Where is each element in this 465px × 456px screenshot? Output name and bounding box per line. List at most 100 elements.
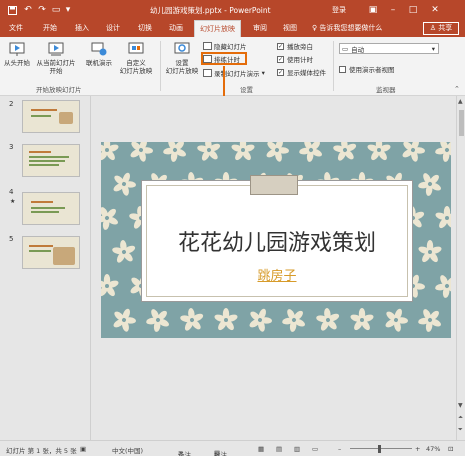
scrollbar-thumb[interactable] [459, 110, 464, 136]
tab-transitions[interactable]: 切换 [133, 20, 157, 37]
hide-slide-button[interactable]: 隐藏幻灯片 [203, 41, 247, 51]
tab-slide-show[interactable]: 幻灯片放映 [194, 20, 241, 37]
present-online-icon [91, 42, 107, 56]
animation-marker-icon: ★ [10, 198, 16, 205]
slide-thumbnail[interactable] [22, 144, 80, 177]
fit-to-window-icon[interactable]: ⊡ [448, 445, 453, 453]
play-narrations-checkbox[interactable]: ✓ 播放旁白 [277, 41, 313, 51]
custom-slide-show-button[interactable]: 自定义 幻灯片放映 [116, 41, 156, 75]
resolution-select[interactable]: ▭ 自动 ▾ [339, 43, 439, 54]
set-up-slide-show-button[interactable]: 设置 幻灯片放映 [163, 41, 201, 75]
group-separator [333, 41, 334, 91]
monitor-icon: ▭ [342, 44, 349, 53]
thumb-text-line [29, 164, 59, 166]
scroll-down-icon[interactable]: ▼ [458, 402, 463, 409]
tab-animations[interactable]: 动画 [164, 20, 188, 37]
vertical-scrollbar[interactable]: ▲ ▼ ⏶ ⏷ [456, 96, 465, 440]
checkbox-unchecked-icon [339, 65, 346, 73]
share-button[interactable]: ♙ 共享 [423, 22, 459, 35]
thumb-text-line [29, 156, 69, 158]
ribbon-tabs: 文件 开始 插入 设计 切换 动画 幻灯片放映 审阅 视图 ♀ 告诉我您想要做什… [0, 20, 465, 37]
show-media-controls-checkbox[interactable]: ✓ 显示媒体控件 [277, 67, 326, 77]
from-current-slide-button[interactable]: 从当前幻灯片 开始 [33, 41, 79, 75]
group-label-setup: 设置 [240, 86, 253, 94]
slide-counter: 幻灯片 第 1 张，共 5 张 [6, 447, 77, 455]
present-online-button[interactable]: 联机演示 [82, 41, 116, 67]
reading-view-icon[interactable]: ▥ [294, 445, 300, 453]
slide-sorter-icon[interactable]: ▤ [276, 445, 282, 453]
zoom-slider-handle[interactable] [378, 445, 381, 453]
scroll-up-icon[interactable]: ▲ [458, 98, 463, 105]
slideshow-start-icon [9, 42, 25, 56]
thumb-text-line [31, 201, 53, 203]
title-bar: ↶ ↷ ▭ ▾ 幼儿园游戏策划.pptx - PowerPoint 登录 ▣ –… [0, 0, 465, 20]
normal-view-icon[interactable]: ▦ [258, 445, 264, 453]
group-label-start-slideshow: 开始放映幻灯片 [36, 86, 82, 94]
slideshow-from-start-icon[interactable]: ▭ [50, 4, 62, 16]
slide-subtitle[interactable]: 跳房子 [142, 265, 412, 284]
zoom-out-icon[interactable]: – [338, 445, 341, 453]
next-slide-icon[interactable]: ⏷ [458, 426, 463, 434]
slideshow-current-icon [48, 42, 64, 56]
ribbon: 从头开始 从当前幻灯片 开始 联机演示 自定义 幻灯片放映 开始放映幻灯片 设置… [0, 37, 465, 96]
tape-decoration [250, 175, 298, 195]
collapse-ribbon-icon[interactable]: ⌃ [454, 85, 460, 93]
zoom-in-icon[interactable]: + [415, 445, 420, 453]
sign-in-link[interactable]: 登录 [332, 5, 346, 15]
checkbox-checked-icon: ✓ [277, 68, 284, 76]
thumbnail-number: 3 [9, 143, 14, 151]
thumb-text-line [29, 160, 65, 162]
slide-editing-area[interactable]: 花花幼儿园游戏策划 跳房子 [91, 96, 465, 440]
chevron-down-icon: ▾ [259, 69, 265, 77]
current-slide[interactable]: 花花幼儿园游戏策划 跳房子 [101, 142, 451, 338]
tab-review[interactable]: 审阅 [248, 20, 272, 37]
customize-qat-icon[interactable]: ▾ [62, 4, 74, 16]
use-timings-checkbox[interactable]: ✓ 使用计时 [277, 54, 313, 64]
presenter-view-checkbox[interactable]: 使用演示者视图 [339, 64, 395, 74]
thumb-image [59, 112, 73, 124]
slideshow-view-icon[interactable]: ▭ [312, 445, 318, 453]
checkbox-checked-icon: ✓ [277, 55, 284, 63]
tab-view[interactable]: 视图 [278, 20, 302, 37]
checkbox-checked-icon: ✓ [277, 42, 284, 50]
slide-thumbnail-pane[interactable]: 2 3 4 ★ 5 [0, 96, 91, 440]
rehearse-highlight-box [201, 52, 247, 65]
save-icon[interactable] [6, 4, 18, 16]
tab-insert[interactable]: 插入 [70, 20, 94, 37]
thumbnail-number: 5 [9, 235, 14, 243]
group-label-monitors: 监视器 [376, 86, 396, 94]
group-separator [160, 41, 161, 91]
tab-home[interactable]: 开始 [38, 20, 62, 37]
thumbnail-number: 4 [9, 188, 14, 196]
redo-icon[interactable]: ↷ [36, 4, 48, 16]
language-indicator[interactable]: 中文(中国) [112, 445, 143, 455]
ribbon-display-options-icon[interactable]: ▣ [364, 2, 382, 18]
thumb-text-line [31, 109, 57, 111]
zoom-slider[interactable] [350, 448, 412, 449]
title-card: 花花幼儿园游戏策划 跳房子 [141, 175, 413, 302]
from-beginning-button[interactable]: 从头开始 [2, 41, 32, 67]
slide-thumbnail[interactable] [22, 236, 80, 269]
minimize-icon[interactable]: – [384, 2, 402, 18]
previous-slide-icon[interactable]: ⏶ [458, 414, 463, 422]
undo-icon[interactable]: ↶ [22, 4, 34, 16]
thumb-text-line [29, 250, 51, 252]
thumb-text-line [29, 151, 51, 153]
share-icon: ♙ [429, 24, 439, 32]
spell-check-icon[interactable]: ▣ [80, 445, 86, 453]
slide-thumbnail[interactable] [22, 100, 80, 133]
window-title: 幼儿园游戏策划.pptx - PowerPoint [150, 6, 271, 15]
tab-file[interactable]: 文件 [4, 20, 28, 37]
setup-show-icon [174, 42, 190, 54]
thumb-image [53, 247, 75, 265]
close-icon[interactable]: ✕ [426, 2, 444, 18]
hide-slide-icon [203, 42, 212, 50]
record-slide-show-button[interactable]: 录制幻灯片演示 ▾ [203, 68, 265, 78]
tell-me-box[interactable]: ♀ 告诉我您想要做什么 [312, 20, 382, 37]
chevron-down-icon: ▾ [431, 44, 435, 53]
slide-title[interactable]: 花花幼儿园游戏策划 [142, 225, 412, 257]
maximize-icon[interactable]: □ [404, 2, 422, 18]
zoom-level[interactable]: 47% [426, 445, 440, 453]
tab-design[interactable]: 设计 [101, 20, 125, 37]
slide-thumbnail[interactable] [22, 192, 80, 225]
